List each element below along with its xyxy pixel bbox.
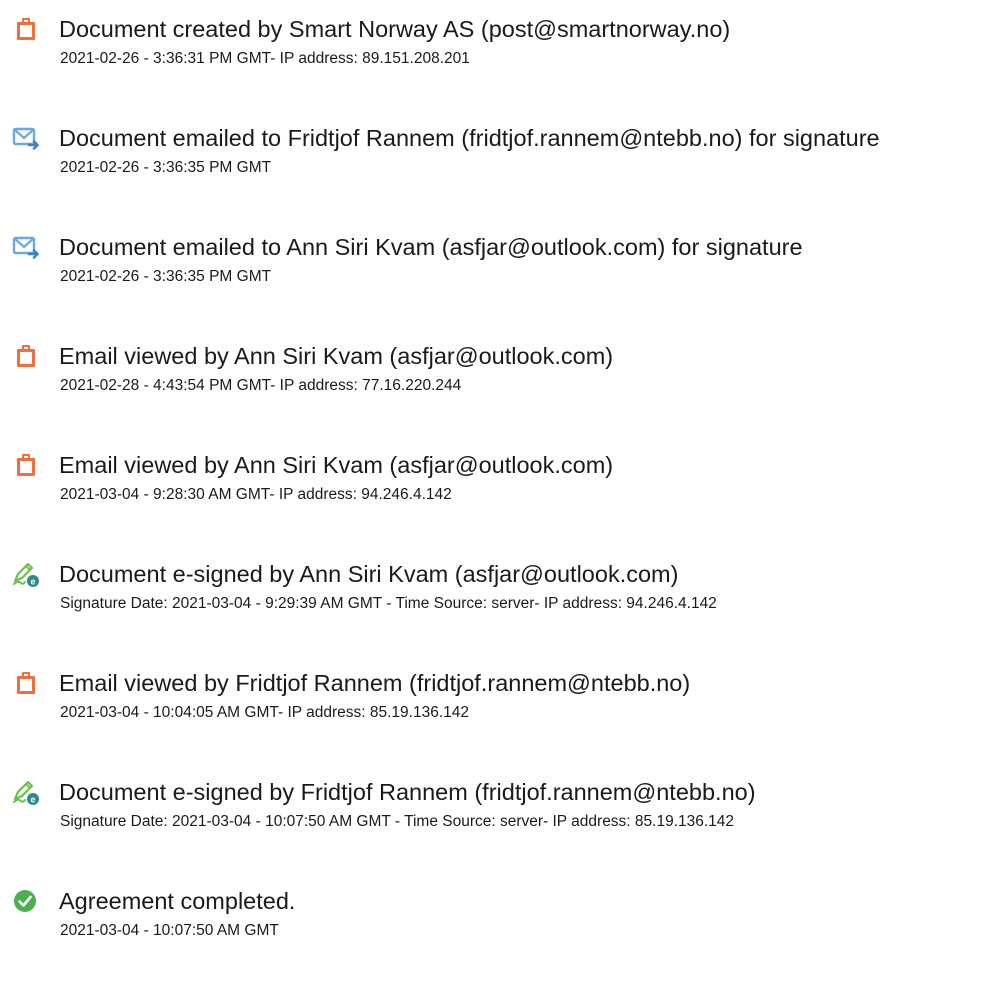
event-detail: Signature Date: 2021-03-04 - 9:29:39 AM … xyxy=(60,595,717,612)
event-title: Email viewed by Ann Siri Kvam (asfjar@ou… xyxy=(59,452,614,478)
event-email-viewed: Email viewed by Ann Siri Kvam (asfjar@ou… xyxy=(0,451,992,541)
event-detail: 2021-02-26 - 3:36:35 PM GMT xyxy=(60,268,272,285)
event-title: Document e-signed by Fridtjof Rannem (fr… xyxy=(59,779,756,805)
event-detail: 2021-03-04 - 10:04:05 AM GMT- IP address… xyxy=(60,704,470,721)
event-document-created: Document created by Smart Norway AS (pos… xyxy=(0,15,992,105)
document-icon xyxy=(12,342,40,370)
event-document-esigned: e Document e-signed by Ann Siri Kvam (as… xyxy=(0,560,992,650)
document-icon xyxy=(12,451,40,479)
svg-text:e: e xyxy=(30,795,35,805)
esign-icon: e xyxy=(12,560,40,588)
event-title: Document emailed to Fridtjof Rannem (fri… xyxy=(59,125,880,151)
event-title: Agreement completed. xyxy=(59,888,296,914)
document-icon xyxy=(12,669,40,697)
event-detail: Signature Date: 2021-03-04 - 10:07:50 AM… xyxy=(60,813,735,830)
event-title: Document created by Smart Norway AS (pos… xyxy=(59,16,731,42)
check-icon xyxy=(12,887,40,915)
event-title: Email viewed by Fridtjof Rannem (fridtjo… xyxy=(59,670,691,696)
event-detail: 2021-02-26 - 3:36:31 PM GMT- IP address:… xyxy=(60,50,470,67)
event-agreement-completed: Agreement completed. 2021-03-04 - 10:07:… xyxy=(0,887,992,977)
event-email-viewed: Email viewed by Ann Siri Kvam (asfjar@ou… xyxy=(0,342,992,432)
event-detail: 2021-03-04 - 10:07:50 AM GMT xyxy=(60,922,279,939)
document-icon xyxy=(12,15,40,43)
audit-event-list: Document created by Smart Norway AS (pos… xyxy=(0,0,992,994)
event-detail: 2021-02-28 - 4:43:54 PM GMT- IP address:… xyxy=(60,377,462,394)
event-title: Document emailed to Ann Siri Kvam (asfja… xyxy=(59,234,803,260)
event-title: Email viewed by Ann Siri Kvam (asfjar@ou… xyxy=(59,343,614,369)
svg-text:e: e xyxy=(30,577,35,587)
event-document-emailed: Document emailed to Ann Siri Kvam (asfja… xyxy=(0,233,992,323)
esign-icon: e xyxy=(12,778,40,806)
event-document-emailed: Document emailed to Fridtjof Rannem (fri… xyxy=(0,124,992,214)
email-icon xyxy=(12,124,40,152)
event-detail: 2021-02-26 - 3:36:35 PM GMT xyxy=(60,159,272,176)
event-detail: 2021-03-04 - 9:28:30 AM GMT- IP address:… xyxy=(60,486,452,503)
event-title: Document e-signed by Ann Siri Kvam (asfj… xyxy=(59,561,679,587)
event-email-viewed: Email viewed by Fridtjof Rannem (fridtjo… xyxy=(0,669,992,759)
email-icon xyxy=(12,233,40,261)
event-document-esigned: e Document e-signed by Fridtjof Rannem (… xyxy=(0,778,992,868)
